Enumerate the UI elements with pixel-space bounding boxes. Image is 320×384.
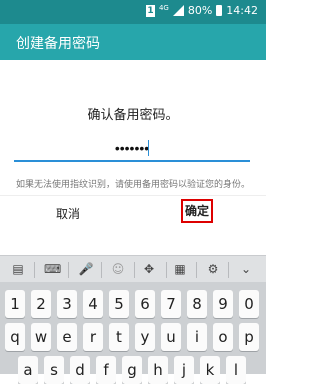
toolbar-divider — [34, 262, 35, 278]
key[interactable]: 2 — [31, 290, 51, 318]
cancel-button[interactable]: 取消 — [56, 205, 80, 222]
app-bar: 创建备用密码 — [0, 24, 266, 60]
signal-icon — [172, 5, 184, 16]
key[interactable]: e — [57, 323, 77, 351]
key[interactable]: 8 — [187, 290, 207, 318]
key[interactable]: o — [213, 323, 233, 351]
network-type-label: 4G — [158, 3, 169, 12]
key[interactable]: y — [135, 323, 155, 351]
toolbar-divider — [134, 262, 135, 278]
key[interactable]: 7 — [161, 290, 181, 318]
key[interactable]: r — [83, 323, 103, 351]
key[interactable]: p — [239, 323, 259, 351]
key[interactable]: 6 — [135, 290, 155, 318]
key[interactable]: 9 — [213, 290, 233, 318]
key[interactable]: q — [5, 323, 25, 351]
key[interactable]: d — [70, 356, 90, 384]
toolbar-divider — [68, 262, 69, 278]
keyboard: 1 2 3 4 5 6 7 8 9 0 q w e r t y u i o p … — [0, 282, 266, 384]
key[interactable]: s — [44, 356, 64, 384]
toolbar-divider — [196, 262, 197, 278]
microphone-icon[interactable]: 🎤 — [78, 262, 94, 276]
confirm-button[interactable]: 确定 — [181, 199, 213, 223]
key[interactable]: j — [174, 356, 194, 384]
toolbar-divider — [166, 262, 167, 278]
key[interactable]: l — [226, 356, 246, 384]
toolbar-divider — [101, 262, 102, 278]
key[interactable]: t — [109, 323, 129, 351]
chevron-down-icon[interactable]: ⌄ — [238, 262, 254, 276]
dialog-buttons: 取消 确定 — [0, 195, 266, 234]
battery-percent: 80% — [187, 4, 213, 17]
key[interactable]: 1 — [5, 290, 25, 318]
sim-icon: 1 — [145, 4, 155, 17]
confirm-prompt: 确认备用密码。 — [87, 108, 179, 123]
key[interactable]: h — [148, 356, 168, 384]
text-caret — [148, 140, 149, 156]
keyboard-icon[interactable]: ⌨ — [44, 262, 61, 276]
key[interactable]: f — [96, 356, 116, 384]
key[interactable]: u — [161, 323, 181, 351]
password-input[interactable] — [14, 136, 250, 162]
keyboard-toolbar: ▤ ⌨ 🎤 ☺ ✥ ▦ ⚙ ⌄ — [0, 255, 266, 283]
emoji-icon[interactable]: ☺ — [110, 262, 126, 276]
status-bar: 1 4G 80% 14:42 — [0, 0, 266, 24]
battery-icon — [216, 5, 223, 16]
key[interactable]: 0 — [239, 290, 259, 318]
key[interactable]: w — [31, 323, 51, 351]
key[interactable]: g — [122, 356, 142, 384]
page-title: 创建备用密码 — [16, 36, 100, 52]
gear-icon[interactable]: ⚙ — [205, 262, 221, 276]
key[interactable]: 5 — [109, 290, 129, 318]
key[interactable]: i — [187, 323, 207, 351]
key[interactable]: 4 — [83, 290, 103, 318]
keyboard-settings-icon[interactable]: ▦ — [172, 262, 188, 276]
key[interactable]: k — [200, 356, 220, 384]
hint-text: 如果无法使用指纹识别，请使用备用密码以验证您的身份。 — [15, 180, 250, 190]
cursor-move-icon[interactable]: ✥ — [141, 262, 157, 276]
key[interactable]: a — [18, 356, 38, 384]
clipboard-icon[interactable]: ▤ — [10, 262, 26, 276]
toolbar-divider — [228, 262, 229, 278]
key[interactable]: 3 — [57, 290, 77, 318]
clock: 14:42 — [226, 4, 258, 17]
